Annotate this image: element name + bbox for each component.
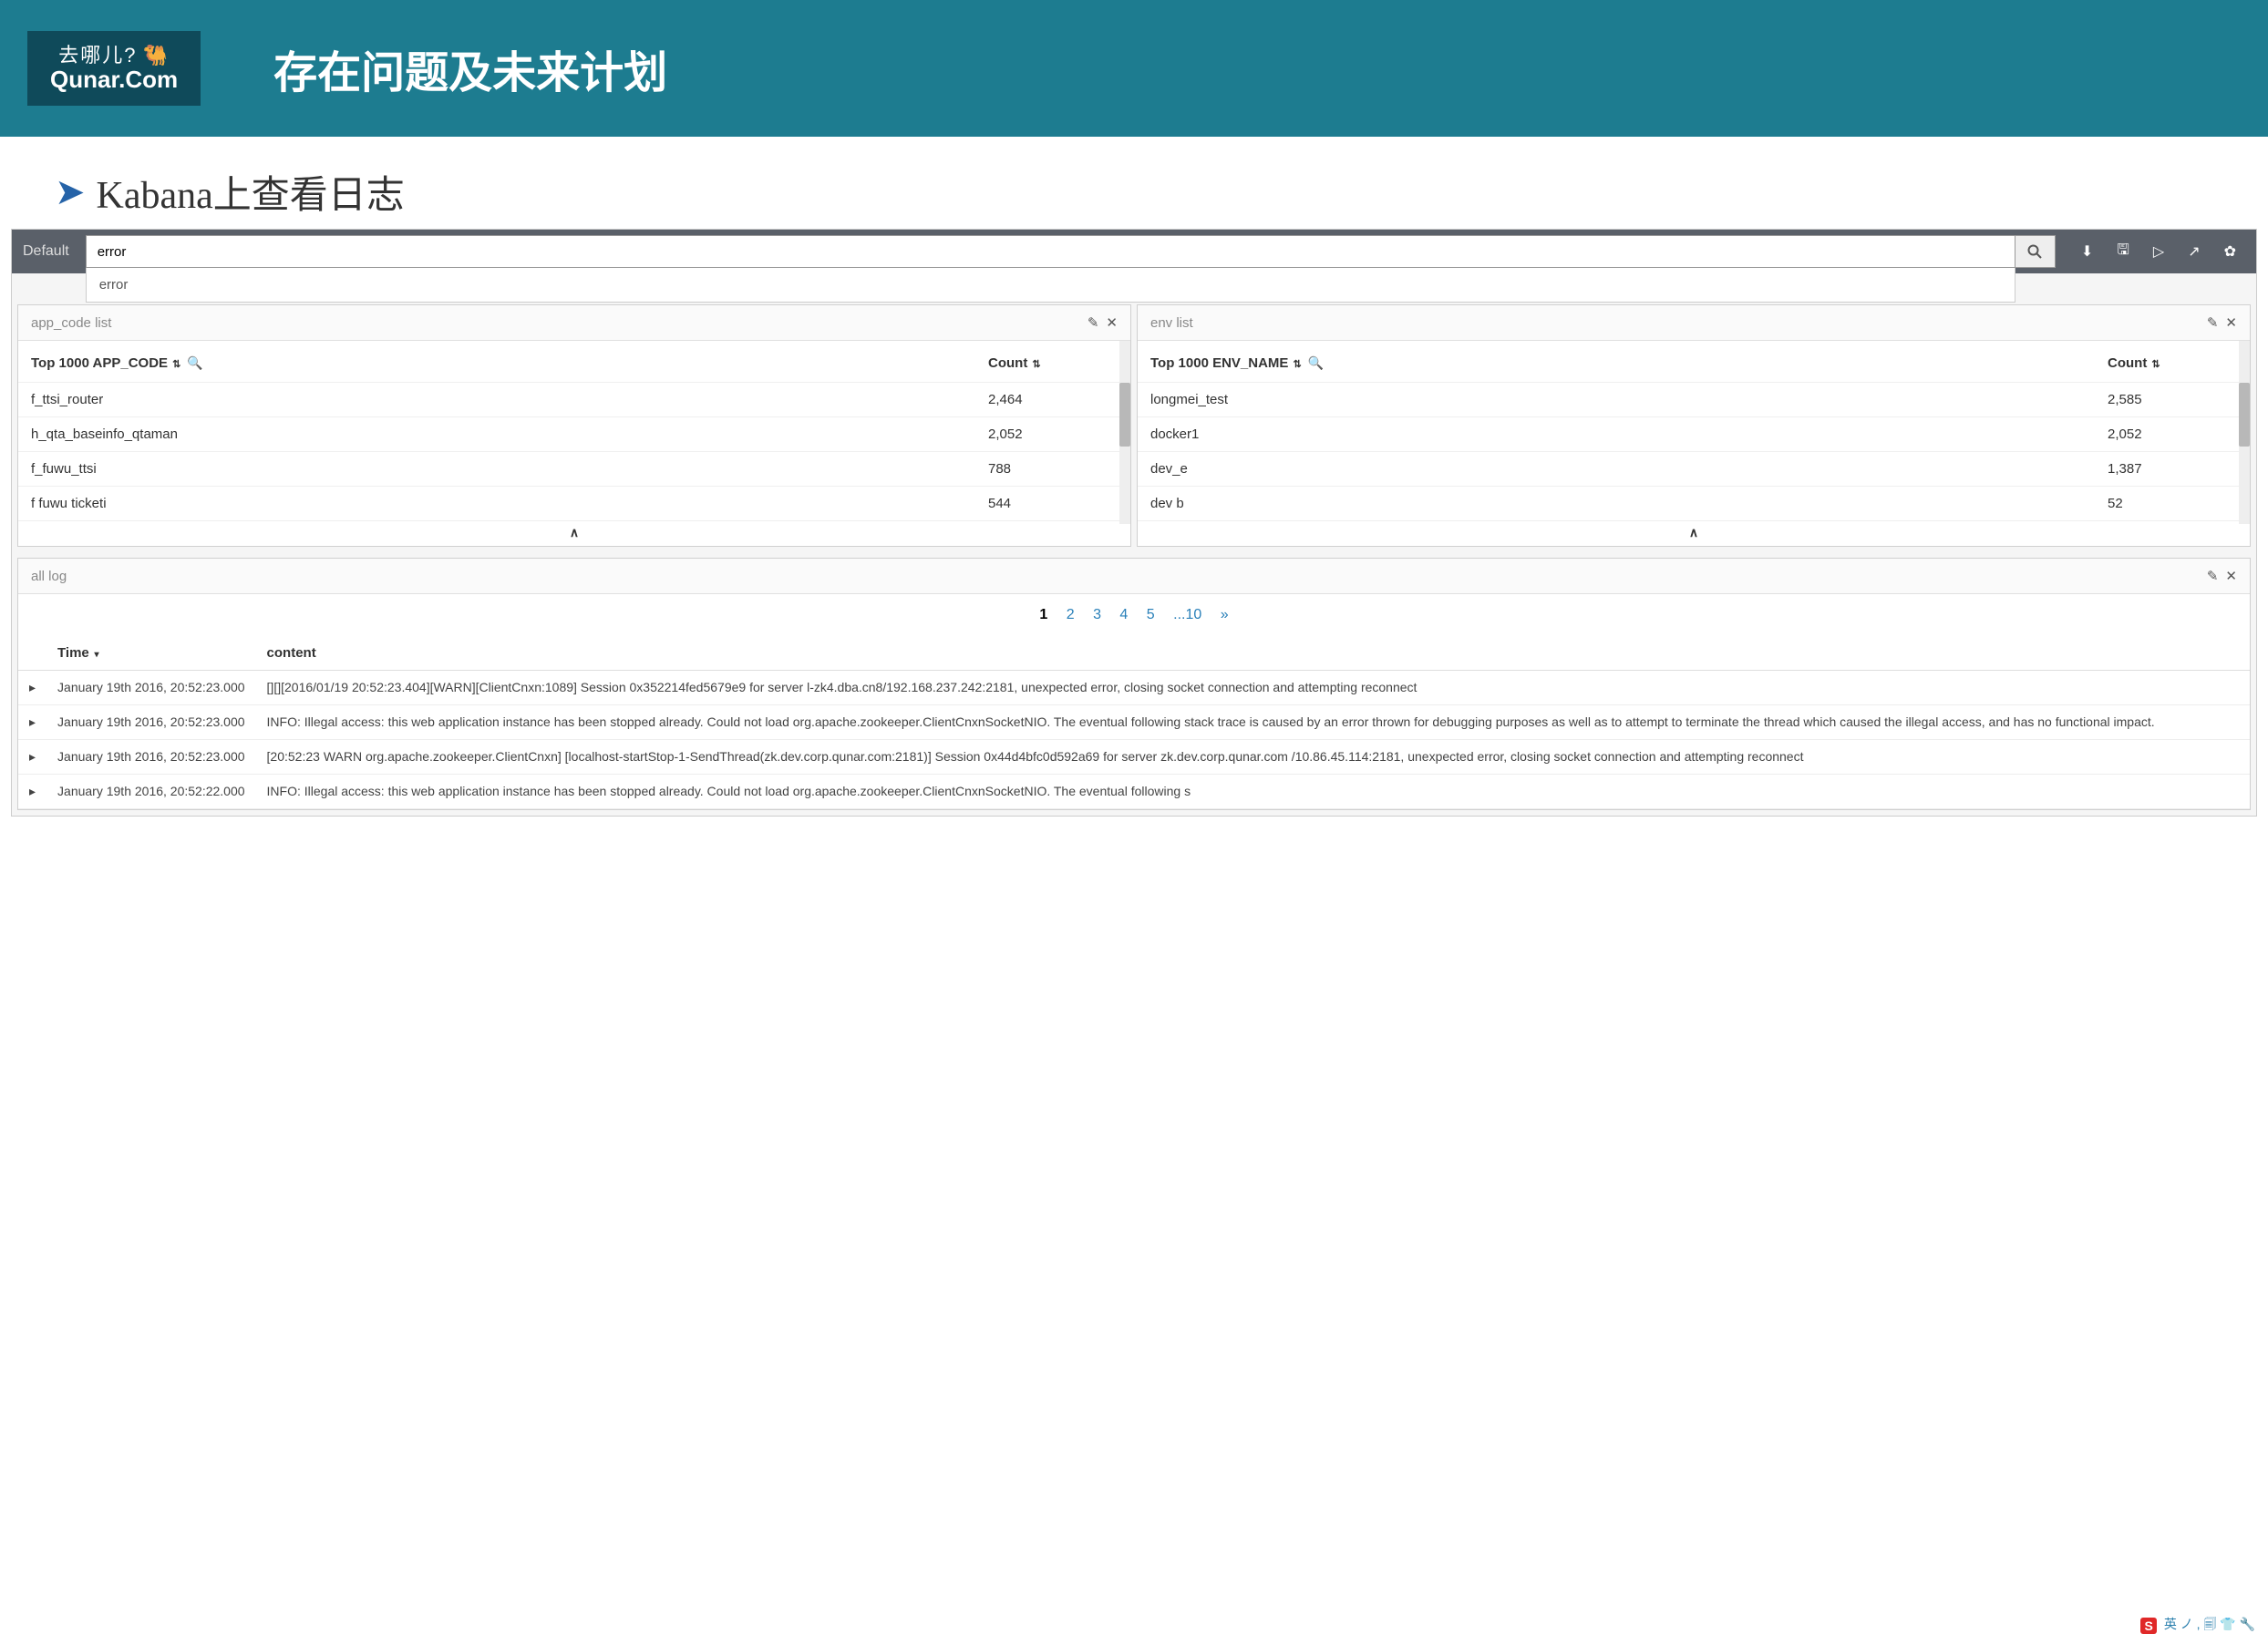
- panel-title: env list: [1150, 315, 1193, 331]
- sort-icon: ⇅: [1029, 359, 1040, 370]
- env-table: Top 1000 ENV_NAME ⇅ 🔍 Count ⇅ longmei_te…: [1138, 341, 2250, 520]
- log-panel: all log ✎ ✕ 1 2 3 4 5 ...10 » Time ▾ con…: [17, 558, 2251, 810]
- edit-icon[interactable]: ✎: [2207, 314, 2219, 331]
- collapse-button[interactable]: ∧: [18, 520, 1130, 546]
- sort-desc-icon: ▾: [92, 650, 99, 660]
- share-icon[interactable]: ↗: [2188, 242, 2200, 261]
- app-code-panel: app_code list ✎ ✕ Top 1000 APP_CODE ⇅ 🔍 …: [17, 304, 1131, 547]
- sort-icon: ⇅: [170, 359, 180, 370]
- toolbar-icons: ⬇ 🖫 ▷ ↗ ✿: [2056, 240, 2256, 264]
- col-header-content[interactable]: content: [256, 636, 2250, 671]
- pagination: 1 2 3 4 5 ...10 »: [18, 594, 2250, 636]
- filter-icon: 🔍: [183, 355, 202, 370]
- settings-icon[interactable]: ✿: [2224, 242, 2236, 261]
- page-link[interactable]: ...10: [1173, 607, 1201, 622]
- expand-icon[interactable]: ▸: [18, 775, 46, 809]
- logo-text-top: 去哪儿?: [58, 44, 137, 67]
- table-row[interactable]: f_fuwu_ttsi788: [18, 452, 1130, 487]
- table-row[interactable]: dev b52: [1138, 487, 2250, 521]
- page-link[interactable]: 4: [1119, 607, 1128, 622]
- log-row[interactable]: ▸January 19th 2016, 20:52:22.000INFO: Il…: [18, 775, 2250, 809]
- logo-text-bottom: Qunar.Com: [50, 67, 178, 93]
- table-row[interactable]: f_ttsi_router2,464: [18, 383, 1130, 417]
- folder-icon[interactable]: ▷: [2153, 242, 2164, 261]
- expand-icon[interactable]: ▸: [18, 705, 46, 740]
- panels-row: app_code list ✎ ✕ Top 1000 APP_CODE ⇅ 🔍 …: [12, 299, 2256, 552]
- app-code-table: Top 1000 APP_CODE ⇅ 🔍 Count ⇅ f_ttsi_rou…: [18, 341, 1130, 520]
- col-header-count[interactable]: Count ⇅: [2095, 341, 2250, 383]
- log-row[interactable]: ▸January 19th 2016, 20:52:23.000INFO: Il…: [18, 705, 2250, 740]
- sort-icon: ⇅: [2149, 359, 2160, 370]
- tray-items[interactable]: 英 ノ , 🗐 👕 🔧: [2164, 1615, 2255, 1637]
- page-link[interactable]: 2: [1067, 607, 1075, 622]
- edit-icon[interactable]: ✎: [2207, 568, 2219, 584]
- scrollbar-thumb[interactable]: [1119, 383, 1130, 447]
- search-button[interactable]: [2015, 235, 2056, 268]
- page-next[interactable]: »: [1221, 607, 1229, 622]
- close-icon[interactable]: ✕: [2225, 568, 2237, 584]
- close-icon[interactable]: ✕: [2225, 314, 2237, 331]
- download-icon[interactable]: ⬇: [2081, 242, 2093, 261]
- search-icon: [2027, 244, 2042, 259]
- log-table: Time ▾ content ▸January 19th 2016, 20:52…: [18, 636, 2250, 809]
- search-suggestion[interactable]: error: [86, 268, 2015, 303]
- subtitle-text: Kabana上查看日志: [97, 164, 405, 220]
- slide-header: 去哪儿?🐫 Qunar.Com 存在问题及未来计划: [0, 0, 2268, 137]
- table-row[interactable]: f fuwu ticketi544: [18, 487, 1130, 521]
- camel-icon: 🐫: [142, 45, 169, 67]
- save-icon[interactable]: 🖫: [2117, 240, 2129, 264]
- scrollbar-thumb[interactable]: [2239, 383, 2250, 447]
- col-header-count[interactable]: Count ⇅: [975, 341, 1130, 383]
- panel-title: all log: [31, 569, 67, 584]
- table-row[interactable]: h_qta_baseinfo_qtaman2,052: [18, 417, 1130, 452]
- search-box: error: [86, 235, 2015, 268]
- sort-icon: ⇅: [1290, 359, 1301, 370]
- subtitle-row: ➤ Kabana上查看日志: [0, 137, 2268, 229]
- expand-icon[interactable]: ▸: [18, 671, 46, 705]
- arrow-bullet-icon: ➤: [55, 171, 86, 213]
- col-header-name[interactable]: Top 1000 APP_CODE ⇅ 🔍: [18, 341, 975, 383]
- expand-icon[interactable]: ▸: [18, 740, 46, 775]
- filter-icon: 🔍: [1304, 355, 1324, 370]
- index-selector[interactable]: Default: [12, 243, 86, 260]
- env-panel: env list ✎ ✕ Top 1000 ENV_NAME ⇅ 🔍 Count…: [1137, 304, 2251, 547]
- page-current[interactable]: 1: [1039, 607, 1047, 622]
- sogou-icon[interactable]: S: [2140, 1618, 2156, 1634]
- edit-icon[interactable]: ✎: [1088, 314, 1099, 331]
- page-link[interactable]: 3: [1093, 607, 1101, 622]
- table-row[interactable]: longmei_test2,585: [1138, 383, 2250, 417]
- close-icon[interactable]: ✕: [1106, 314, 1118, 331]
- col-expand: [18, 636, 46, 671]
- log-row[interactable]: ▸January 19th 2016, 20:52:23.000[][][201…: [18, 671, 2250, 705]
- slide-title: 存在问题及未来计划: [273, 36, 667, 100]
- col-header-time[interactable]: Time ▾: [46, 636, 256, 671]
- panel-title: app_code list: [31, 315, 111, 331]
- page-link[interactable]: 5: [1147, 607, 1155, 622]
- qunar-logo: 去哪儿?🐫 Qunar.Com: [27, 31, 201, 107]
- table-row[interactable]: dev_e1,387: [1138, 452, 2250, 487]
- collapse-button[interactable]: ∧: [1138, 520, 2250, 546]
- kibana-dashboard: Default error ⬇ 🖫 ▷ ↗ ✿ app_code list ✎ …: [11, 229, 2257, 817]
- col-header-name[interactable]: Top 1000 ENV_NAME ⇅ 🔍: [1138, 341, 2095, 383]
- table-row[interactable]: docker12,052: [1138, 417, 2250, 452]
- search-input[interactable]: [86, 235, 2015, 268]
- log-row[interactable]: ▸January 19th 2016, 20:52:23.000[20:52:2…: [18, 740, 2250, 775]
- topbar: Default error ⬇ 🖫 ▷ ↗ ✿: [12, 230, 2256, 273]
- ime-tray: S 英 ノ , 🗐 👕 🔧: [2137, 1613, 2259, 1639]
